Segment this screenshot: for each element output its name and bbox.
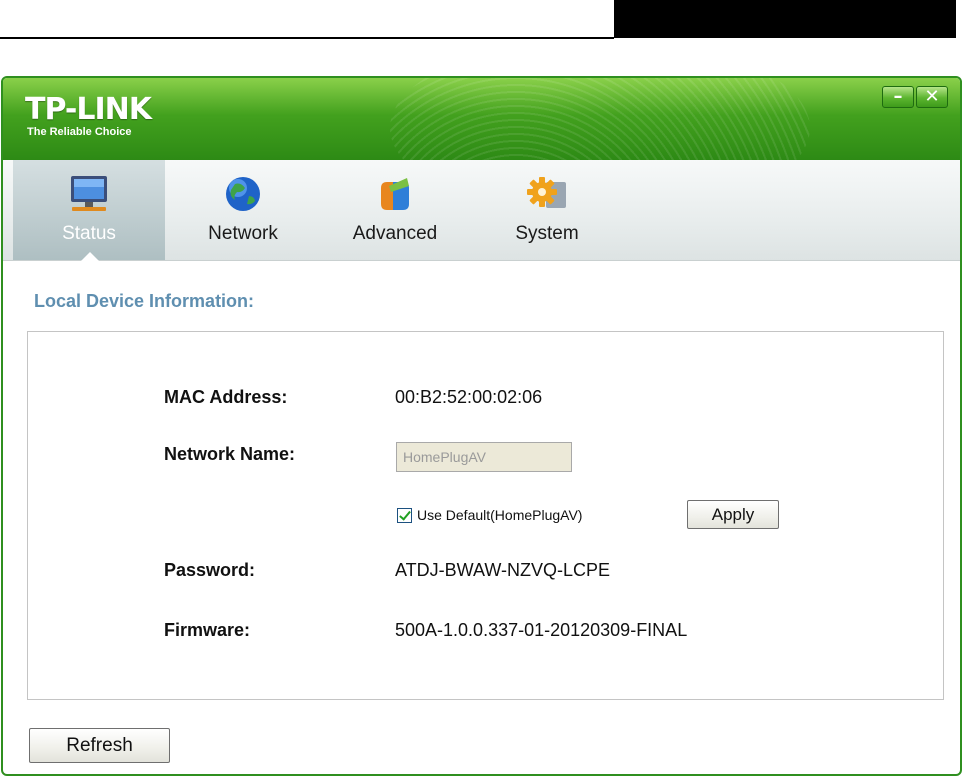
globe-icon [223,174,263,220]
refresh-button[interactable]: Refresh [29,728,170,763]
document-header-bar [614,0,956,38]
tab-network[interactable]: Network [167,160,319,260]
minimize-icon: – [893,86,903,107]
title-bar[interactable]: TP-LINK The Reliable Choice – ✕ [3,78,960,160]
app-window: TP-LINK The Reliable Choice – ✕ Status N… [1,76,962,776]
logo-tagline: The Reliable Choice [27,126,132,138]
tp-link-logo: TP-LINK The Reliable Choice [25,92,152,139]
window-controls: – ✕ [882,86,948,108]
tab-status[interactable]: Status [13,160,165,261]
tab-system[interactable]: System [471,160,623,260]
network-name-field[interactable] [396,442,572,472]
monitor-icon [68,174,110,220]
close-button[interactable]: ✕ [916,86,948,108]
firmware-value: 500A-1.0.0.337-01-20120309-FINAL [395,620,688,640]
tab-network-label: Network [208,223,278,244]
logo-text: TP-LINK [25,92,152,127]
mac-address-value: 00:B2:52:00:02:06 [395,387,543,407]
section-title: Local Device Information: [34,291,255,311]
gear-icon [526,174,568,220]
mac-address-label: MAC Address: [164,387,288,407]
password-value: ATDJ-BWAW-NZVQ-LCPE [395,560,610,580]
title-bar-decoration [390,78,810,160]
password-label: Password: [164,560,256,580]
tab-system-label: System [515,223,579,244]
document-header-rule [0,37,614,39]
tab-status-label: Status [62,223,116,244]
use-default-checkbox[interactable] [397,508,412,523]
advanced-icon [375,174,415,220]
main-nav: Status Network Advanced System [3,160,960,261]
tab-advanced-label: Advanced [352,223,438,244]
use-default-label[interactable]: Use Default(HomePlugAV) [417,507,582,523]
device-info-panel: MAC Address: 00:B2:52:00:02:06 Network N… [27,331,944,700]
close-icon: ✕ [924,86,940,107]
minimize-button[interactable]: – [882,86,914,108]
firmware-label: Firmware: [164,620,251,640]
apply-button[interactable]: Apply [687,500,779,529]
network-name-label: Network Name: [164,444,296,464]
tab-advanced[interactable]: Advanced [319,160,471,260]
